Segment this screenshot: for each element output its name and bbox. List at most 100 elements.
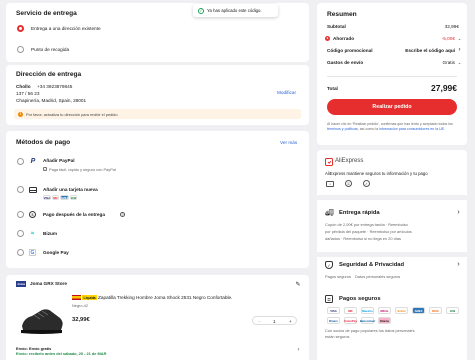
promo-code-label: Código promocional xyxy=(327,48,373,53)
consumer-info-link-2[interactable]: para consumidores en la UE. xyxy=(399,127,445,131)
chevron-right-icon[interactable]: › xyxy=(456,209,461,216)
subtotal-label: Subtotal xyxy=(327,24,346,29)
shipping-cost-value: Gratis xyxy=(442,60,455,65)
trust-text: AliExpress mantiene seguros tu informaci… xyxy=(325,171,428,176)
legal-text-b: aceptado todos los xyxy=(422,122,453,126)
saved-icon: $ xyxy=(325,35,330,41)
product-variant[interactable]: Negro,42 xyxy=(72,303,88,308)
paypal-label[interactable]: Añadir PayPal xyxy=(43,158,75,163)
modify-address-link[interactable]: Modificar xyxy=(277,90,296,95)
google-pay-icon: G xyxy=(29,249,36,256)
shipping-service-title: Servicio de entrega xyxy=(16,10,77,17)
option-pickup-point[interactable]: Punto de recogida xyxy=(31,47,69,52)
diners-logo: Diners xyxy=(327,317,340,324)
option-existing-address[interactable]: Entrega a una dirección existente xyxy=(31,26,101,31)
radio-paypal[interactable] xyxy=(17,158,24,165)
fast-item-5: dañados xyxy=(325,235,340,241)
fast-delivery-details: Cupón de 2,00€ por entrega tardía · Reem… xyxy=(325,222,412,241)
liquidation-tag-text: Liquida xyxy=(83,295,96,300)
legal-text-a: Al hacer clic en 'Realizar pedido', conf… xyxy=(327,122,422,126)
summary-divider xyxy=(327,76,457,77)
check-circle-icon: ✓ xyxy=(198,7,204,14)
radio-google-pay[interactable] xyxy=(17,249,24,256)
secure-payments-text-1: Con socios de pago populares tus datos p… xyxy=(325,328,415,333)
product-image xyxy=(16,292,67,343)
saved-value: -5,00€ xyxy=(441,36,455,41)
chevron-down-icon[interactable]: ⌄ xyxy=(457,36,462,41)
fast-item-2: Reembolso xyxy=(388,222,408,227)
help-icon[interactable]: ? xyxy=(120,212,125,217)
promo-code-input[interactable]: Escribe el código aquí xyxy=(405,48,455,53)
chevron-right-icon[interactable]: › xyxy=(457,47,462,53)
truck-icon: 🚚︎ xyxy=(325,209,334,217)
visa-logo: VISA xyxy=(43,195,51,200)
radio-pay-after-delivery[interactable] xyxy=(17,211,24,218)
address-card: Dirección de entrega Chollo +34 39238798… xyxy=(6,65,309,125)
card-label[interactable]: Añadir una tarjeta nueva xyxy=(43,187,98,192)
bizum-label[interactable]: Bizum xyxy=(43,231,57,236)
store-card: Joma Joma GRX Store ✎ Liquida Zapatilla … xyxy=(6,275,309,360)
address-warning-text: Por favor, actualiza tu dirección para r… xyxy=(26,111,118,117)
fast-delivery-title: Entrega rápida xyxy=(339,210,380,216)
fast-item-1: Cupón de 2,00€ por entrega tardía xyxy=(325,222,385,227)
divider xyxy=(317,252,467,257)
chevron-right-icon[interactable]: › xyxy=(296,347,301,353)
fast-item-6: Reembolso si no llega en 20 días xyxy=(343,235,401,241)
chevron-down-icon[interactable]: ⌄ xyxy=(457,60,462,65)
discover-logo: DISC xyxy=(429,307,442,314)
shipping-cost-label: Gastos de envío xyxy=(327,60,364,65)
decrease-qty-button[interactable]: − xyxy=(258,319,261,324)
toast: ✓ Ya has aplicado este código. xyxy=(193,4,278,17)
total-value: 27,99€ xyxy=(431,83,457,93)
store-name[interactable]: Joma GRX Store xyxy=(30,281,67,286)
place-order-button[interactable]: Realizar pedido xyxy=(327,99,457,115)
bizum-icon: ≈ xyxy=(30,230,35,237)
privacy-text-2: Datos personales seguros xyxy=(355,274,401,279)
product-title[interactable]: Zapatilla Trekking Hombre Joma Shock 253… xyxy=(98,295,232,300)
address-title: Dirección de entrega xyxy=(16,71,82,78)
radio-pickup-point[interactable] xyxy=(17,46,24,53)
radio-bizum[interactable] xyxy=(17,230,24,237)
spain-flag xyxy=(72,295,81,300)
ideal-logo: iDEAL xyxy=(378,307,391,314)
terms-link[interactable]: términos y políticas xyxy=(327,127,358,131)
summary-card: Resumen Subtotal 32,99€ $ Ahorrado -5,00… xyxy=(317,3,467,145)
divider xyxy=(317,195,467,200)
sofort-logo: Sofort xyxy=(395,307,408,314)
see-more-link[interactable]: Ver más xyxy=(280,140,297,145)
privacy-text-1: Pagos seguros xyxy=(325,274,351,279)
total-label: Total xyxy=(327,86,338,91)
chevron-right-icon[interactable]: › xyxy=(456,261,461,268)
product-price: 32,99€ xyxy=(72,317,90,323)
payment-methods-title: Métodos de pago xyxy=(16,139,71,146)
visa-logo: VISA xyxy=(327,307,340,314)
verified-badge-icon: ✓ xyxy=(363,180,370,187)
jcb-logo: JCB xyxy=(70,195,77,200)
amex-logo: AMEX xyxy=(60,195,69,200)
increase-qty-button[interactable]: + xyxy=(289,319,292,324)
subtotal-value: 32,99€ xyxy=(444,24,459,29)
unionpay-logo: UnionPay xyxy=(344,317,357,324)
store-badge: Joma xyxy=(16,281,26,287)
quantity-stepper: − 1 + xyxy=(252,316,297,325)
quantity-value[interactable]: 1 xyxy=(273,319,276,324)
pay-after-delivery-label[interactable]: Pago después de la entrega xyxy=(43,212,105,217)
google-pay-label[interactable]: Google Pay xyxy=(43,250,69,255)
warning-icon: ! xyxy=(18,111,23,117)
paypal-subtext: Paga fácil, rápido y seguro con PayPal xyxy=(49,167,116,172)
address-name: Chollo xyxy=(16,84,31,89)
paypal-icon: P xyxy=(30,157,36,165)
cash-icon: $ xyxy=(29,211,36,218)
radio-existing-address[interactable] xyxy=(17,25,24,32)
mastercard-logo: MC xyxy=(52,195,59,200)
liquidation-tag: Liquida xyxy=(82,295,98,300)
edit-icon[interactable]: ✎ xyxy=(295,281,301,288)
radio-card[interactable] xyxy=(17,186,24,193)
fast-item-4: Reembolso por artículos xyxy=(369,228,412,234)
maestro-logo: Maestro xyxy=(361,307,374,314)
address-phone: +34 3923879845 xyxy=(37,84,73,89)
privacy-title: Seguridad & Privacidad xyxy=(339,262,405,268)
consumer-info-link[interactable]: información xyxy=(379,127,398,131)
credit-card-icon xyxy=(29,187,37,193)
toast-text: Ya has aplicado este código. xyxy=(207,8,262,13)
